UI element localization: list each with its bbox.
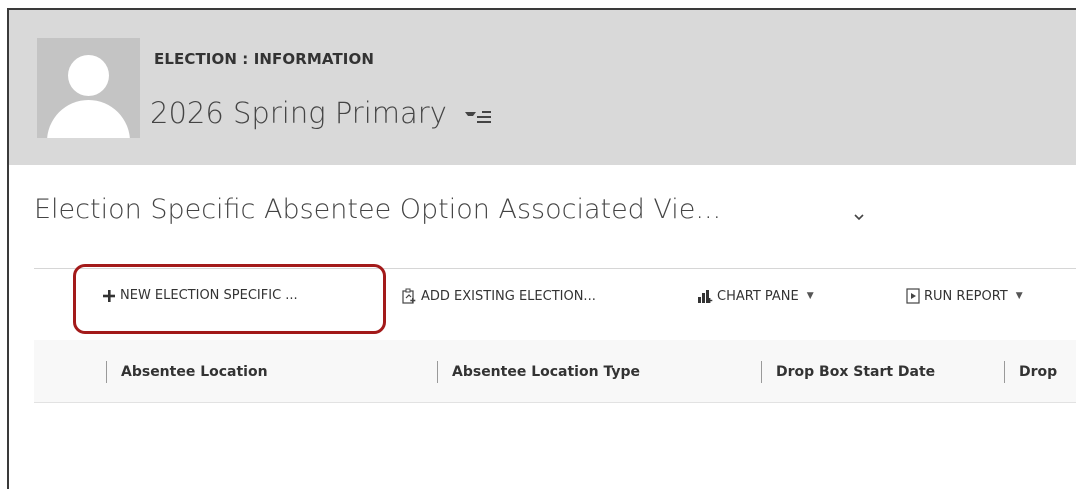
run-report-dropdown-icon: ▼: [1015, 291, 1023, 301]
avatar-body-shape: [47, 100, 130, 138]
grid-body: [34, 403, 1076, 489]
record-title: 2026 Spring Primary: [150, 96, 447, 130]
chevron-down-icon[interactable]: [854, 212, 864, 222]
add-existing-icon: [402, 288, 416, 304]
record-header: ELECTION : INFORMATION 2026 Spring Prima…: [9, 10, 1076, 165]
column-absentee-location-type-label: Absentee Location Type: [452, 364, 640, 380]
column-drop-label: Drop: [1019, 364, 1058, 380]
add-existing-election-label: ADD EXISTING ELECTION...: [421, 288, 596, 304]
column-drop-box-start-date[interactable]: Drop Box Start Date: [761, 360, 935, 384]
column-absentee-location-label: Absentee Location: [121, 364, 268, 380]
entity-label: ELECTION : INFORMATION: [154, 50, 374, 68]
record-avatar[interactable]: [37, 38, 140, 138]
add-existing-election-button[interactable]: ADD EXISTING ELECTION...: [401, 288, 596, 304]
column-separator: [761, 361, 762, 383]
column-separator: [106, 361, 107, 383]
chart-pane-dropdown-icon: ▼: [806, 291, 814, 301]
chart-pane-button[interactable]: CHART PANE ▼: [697, 288, 814, 304]
column-separator: [437, 361, 438, 383]
report-icon: [906, 288, 920, 304]
app-frame: ELECTION : INFORMATION 2026 Spring Prima…: [7, 8, 1076, 489]
column-drop-box-start-date-label: Drop Box Start Date: [776, 364, 936, 380]
column-absentee-location-type[interactable]: Absentee Location Type: [437, 360, 640, 384]
column-drop[interactable]: Drop: [1004, 360, 1057, 384]
chart-icon: [698, 290, 713, 303]
run-report-label: RUN REPORT: [924, 288, 1008, 304]
run-report-button[interactable]: RUN REPORT ▼: [906, 288, 1023, 304]
grid-header: Absentee Location Absentee Location Type…: [34, 340, 1076, 403]
associated-view-title[interactable]: Election Specific Absentee Option Associ…: [34, 194, 721, 225]
avatar-head-shape: [68, 55, 109, 96]
column-absentee-location[interactable]: Absentee Location: [106, 360, 268, 384]
column-separator: [1004, 361, 1005, 383]
new-button-callout: [73, 264, 386, 334]
chart-pane-label: CHART PANE: [717, 288, 799, 304]
form-selector-menu-icon[interactable]: [465, 109, 491, 125]
